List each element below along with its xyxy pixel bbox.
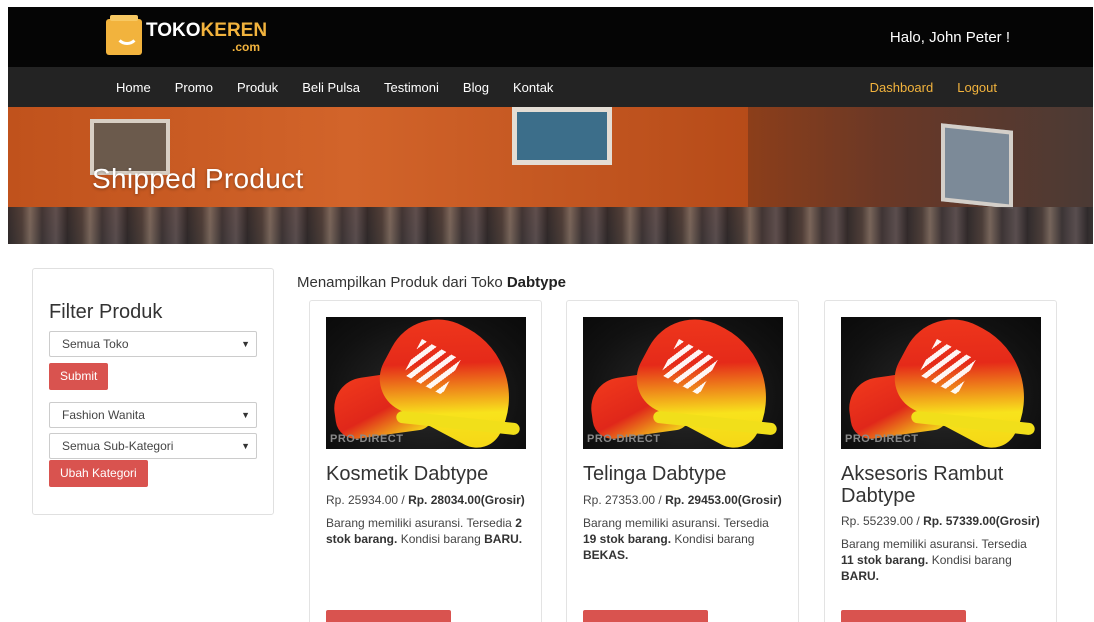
hero-shelf xyxy=(8,207,1093,244)
hero-picture-frame xyxy=(941,123,1013,209)
price-retail: Rp. 27353.00 / xyxy=(583,493,666,507)
logo-word-toko: TOKO xyxy=(146,20,201,41)
image-watermark: PRO-DIRECT xyxy=(330,433,404,445)
image-watermark: PRO-DIRECT xyxy=(587,433,661,445)
desc-text: Barang memiliki asuransi. Tersedia xyxy=(326,516,512,530)
product-price: Rp. 55239.00 / Rp. 57339.00(Grosir) xyxy=(841,514,1040,528)
product-price: Rp. 25934.00 / Rp. 28034.00(Grosir) xyxy=(326,493,525,507)
shopping-bag-icon xyxy=(106,15,142,55)
top-bar: TOKOKEREN .com Halo, John Peter ! xyxy=(8,7,1093,67)
subcategory-select-value: Semua Sub-Kategori xyxy=(62,439,174,453)
chevron-down-icon: ▼ xyxy=(241,339,250,349)
product-image[interactable]: PRO-DIRECT xyxy=(583,317,783,449)
product-action-button[interactable] xyxy=(326,610,451,622)
nav-right: Dashboard Logout xyxy=(846,67,997,107)
shop-name: Dabtype xyxy=(506,274,567,291)
price-retail: Rp. 25934.00 / xyxy=(326,493,409,507)
product-action-button[interactable] xyxy=(841,610,966,622)
stock-count: 11 stok barang. xyxy=(841,553,929,567)
price-wholesale: Rp. 28034.00(Grosir) xyxy=(408,493,525,507)
submit-button[interactable]: Submit xyxy=(49,363,109,390)
product-condition: BARU. xyxy=(484,532,523,546)
nav-logout[interactable]: Logout xyxy=(957,80,997,95)
product-action-button[interactable] xyxy=(583,610,708,622)
nav-beli-pulsa[interactable]: Beli Pulsa xyxy=(302,80,360,95)
nav-produk[interactable]: Produk xyxy=(237,80,278,95)
product-name[interactable]: Telinga Dabtype xyxy=(583,463,788,485)
change-category-button[interactable]: Ubah Kategori xyxy=(49,460,148,487)
price-retail: Rp. 55239.00 / xyxy=(841,514,924,528)
product-card: PRO-DIRECT Aksesoris Rambut Dabtype Rp. … xyxy=(824,300,1057,622)
price-wholesale: Rp. 57339.00(Grosir) xyxy=(923,514,1040,528)
product-name[interactable]: Kosmetik Dabtype xyxy=(326,463,531,485)
product-description: Barang memiliki asuransi. Tersedia 11 st… xyxy=(841,536,1041,584)
filter-panel: Filter Produk Semua Toko ▼ Submit Fashio… xyxy=(32,268,274,515)
category-select[interactable]: Fashion Wanita ▼ xyxy=(49,402,257,428)
page: TOKOKEREN .com Halo, John Peter ! Home P… xyxy=(0,0,1094,622)
product-condition: BEKAS. xyxy=(583,548,629,562)
desc-text: Kondisi barang xyxy=(674,532,755,546)
category-select-value: Fashion Wanita xyxy=(62,408,145,422)
shop-heading-prefix: Menampilkan Produk dari Toko xyxy=(297,274,503,291)
main-nav: Home Promo Produk Beli Pulsa Testimoni B… xyxy=(8,67,1093,107)
product-image[interactable]: PRO-DIRECT xyxy=(841,317,1041,449)
product-card: PRO-DIRECT Kosmetik Dabtype Rp. 25934.00… xyxy=(309,300,542,622)
nav-dashboard[interactable]: Dashboard xyxy=(870,80,934,95)
hero-banner: Shipped Product xyxy=(8,107,1093,244)
user-greeting: Halo, John Peter ! xyxy=(889,29,1010,46)
desc-text: Kondisi barang xyxy=(931,553,1012,567)
logo-word-keren: KEREN xyxy=(200,20,268,41)
product-condition: BARU. xyxy=(841,569,879,583)
desc-text: Kondisi barang xyxy=(400,532,481,546)
subcategory-select[interactable]: Semua Sub-Kategori ▼ xyxy=(49,433,257,459)
product-description: Barang memiliki asuransi. Tersedia 2 sto… xyxy=(326,515,526,547)
filter-title: Filter Produk xyxy=(49,301,163,323)
image-watermark: PRO-DIRECT xyxy=(845,433,919,445)
nav-left: Home Promo Produk Beli Pulsa Testimoni B… xyxy=(116,67,577,107)
nav-promo[interactable]: Promo xyxy=(175,80,213,95)
logo-text: TOKOKEREN .com xyxy=(146,18,276,56)
product-price: Rp. 27353.00 / Rp. 29453.00(Grosir) xyxy=(583,493,782,507)
nav-testimoni[interactable]: Testimoni xyxy=(384,80,439,95)
logo-suffix: .com xyxy=(232,40,261,54)
nav-home[interactable]: Home xyxy=(116,80,151,95)
product-card: PRO-DIRECT Telinga Dabtype Rp. 27353.00 … xyxy=(566,300,799,622)
store-select[interactable]: Semua Toko ▼ xyxy=(49,331,257,357)
nav-kontak[interactable]: Kontak xyxy=(513,80,553,95)
site-logo[interactable]: TOKOKEREN .com xyxy=(106,15,276,56)
chevron-down-icon: ▼ xyxy=(241,410,250,420)
hero-picture-frame xyxy=(512,107,612,165)
product-description: Barang memiliki asuransi. Tersedia 19 st… xyxy=(583,515,783,563)
stock-count: 19 stok barang. xyxy=(583,532,672,546)
desc-text: Barang memiliki asuransi. Tersedia xyxy=(841,537,1027,551)
product-name[interactable]: Aksesoris Rambut Dabtype xyxy=(841,463,1046,507)
page-title: Shipped Product xyxy=(92,163,304,194)
shop-heading: Menampilkan Produk dari Toko Dabtype xyxy=(297,274,566,291)
chevron-down-icon: ▼ xyxy=(241,441,250,451)
store-select-value: Semua Toko xyxy=(62,337,129,351)
nav-blog[interactable]: Blog xyxy=(463,80,489,95)
logo-wordmark: TOKOKEREN xyxy=(146,20,267,42)
price-wholesale: Rp. 29453.00(Grosir) xyxy=(665,493,782,507)
product-image[interactable]: PRO-DIRECT xyxy=(326,317,526,449)
desc-text: Barang memiliki asuransi. Tersedia xyxy=(583,516,769,530)
